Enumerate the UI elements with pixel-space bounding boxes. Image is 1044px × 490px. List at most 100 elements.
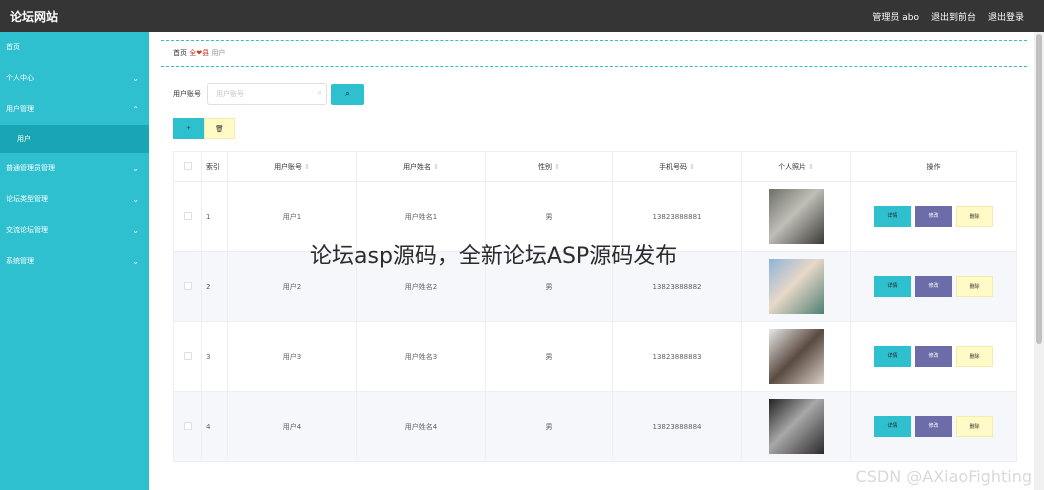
- row-select-cell[interactable]: [173, 321, 202, 392]
- cell-name: 用户姓名4: [356, 391, 486, 462]
- sort-icon[interactable]: ⇕: [433, 163, 439, 171]
- edit-button[interactable]: 修改: [915, 416, 952, 437]
- header-index: 索引: [201, 151, 228, 182]
- breadcrumb-separator: 全❤县: [189, 49, 210, 57]
- back-to-front-link[interactable]: 退出到前台: [931, 10, 976, 23]
- edit-button[interactable]: 修改: [915, 206, 952, 227]
- sidebar-item-profile[interactable]: 个人中心 ⌄: [0, 63, 149, 94]
- delete-button[interactable]: 删除: [956, 416, 993, 437]
- user-photo[interactable]: [768, 329, 824, 384]
- page-scrollbar[interactable]: [1034, 32, 1044, 490]
- user-photo[interactable]: [768, 259, 824, 314]
- table-row: 4 用户4 用户姓名4 男 13823888884 详情 修改 删除: [173, 391, 1017, 462]
- cell-index: 3: [201, 321, 228, 392]
- action-bar: + 🗑: [173, 118, 235, 139]
- sidebar-item-label: 用户: [17, 135, 31, 143]
- top-bar-actions: 管理员 abo 退出到前台 退出登录: [872, 10, 1024, 23]
- detail-button[interactable]: 详情: [874, 346, 911, 367]
- row-checkbox[interactable]: [183, 421, 192, 430]
- top-bar: 论坛网站 管理员 abo 退出到前台 退出登录: [0, 0, 1044, 32]
- sort-icon[interactable]: ⇕: [554, 163, 560, 171]
- header-gender-label: 性别: [538, 162, 553, 171]
- detail-button[interactable]: 详情: [874, 416, 911, 437]
- breadcrumb-current: 用户: [211, 49, 226, 57]
- cell-photo: [741, 321, 851, 392]
- row-select-cell[interactable]: [173, 391, 202, 462]
- cell-index: 1: [201, 181, 228, 252]
- cell-phone: 13823888883: [612, 321, 742, 392]
- cell-photo: [741, 391, 851, 462]
- search-input-wrapper: ⌕: [207, 83, 327, 105]
- row-checkbox[interactable]: [183, 211, 192, 220]
- breadcrumb-home[interactable]: 首页: [173, 49, 187, 57]
- sidebar-item-label: 论坛类型管理: [6, 195, 48, 203]
- user-photo[interactable]: [768, 399, 824, 454]
- row-actions: 详情 修改 删除: [851, 416, 1016, 437]
- header-photo[interactable]: 个人照片 ⇕: [741, 151, 851, 182]
- header-ops: 操作: [850, 151, 1017, 182]
- search-icon: ⌕: [345, 89, 350, 98]
- search-button[interactable]: ⌕: [331, 83, 364, 105]
- chevron-down-icon: ⌄: [132, 226, 139, 235]
- delete-button[interactable]: 删除: [956, 206, 993, 227]
- row-actions: 详情 修改 删除: [851, 346, 1016, 367]
- watermark: CSDN @AXiaoFighting: [855, 467, 1032, 486]
- add-button[interactable]: +: [173, 118, 204, 139]
- detail-button[interactable]: 详情: [874, 276, 911, 297]
- sidebar-item-home[interactable]: 首页: [0, 32, 149, 63]
- cell-account: 用户4: [227, 391, 357, 462]
- edit-button[interactable]: 修改: [915, 346, 952, 367]
- cell-photo: [741, 181, 851, 252]
- delete-button[interactable]: 删除: [956, 276, 993, 297]
- header-name[interactable]: 用户姓名 ⇕: [356, 151, 486, 182]
- select-all-checkbox[interactable]: [183, 161, 192, 170]
- sort-icon[interactable]: ⇕: [304, 163, 310, 171]
- cell-photo: [741, 251, 851, 322]
- chevron-down-icon: ⌄: [132, 164, 139, 173]
- sort-icon[interactable]: ⇕: [689, 163, 695, 171]
- header-phone-label: 手机号码: [659, 162, 688, 171]
- sidebar-item-system[interactable]: 系统管理 ⌄: [0, 246, 149, 277]
- cell-ops: 详情 修改 删除: [850, 391, 1017, 462]
- search-bar: 用户账号 ⌕ ⌕: [173, 83, 364, 105]
- user-photo[interactable]: [768, 189, 824, 244]
- scrollbar-thumb[interactable]: [1036, 34, 1042, 344]
- chevron-down-icon: ⌄: [132, 195, 139, 204]
- row-select-cell[interactable]: [173, 181, 202, 252]
- detail-button[interactable]: 详情: [874, 206, 911, 227]
- user-table: 索引 用户账号 ⇕ 用户姓名 ⇕ 性别 ⇕ 手机号码 ⇕ 个人照片 ⇕ 操作 1 用户1 …: [173, 151, 1017, 462]
- delete-button[interactable]: 删除: [956, 346, 993, 367]
- sidebar-item-user-management[interactable]: 用户管理 ⌃: [0, 94, 149, 125]
- cell-account: 用户3: [227, 321, 357, 392]
- sidebar-item-label: 系统管理: [6, 257, 34, 265]
- sidebar-item-admin-management[interactable]: 普通管理员管理 ⌄: [0, 153, 149, 184]
- logout-link[interactable]: 退出登录: [988, 10, 1024, 23]
- header-gender[interactable]: 性别 ⇕: [485, 151, 613, 182]
- row-actions: 详情 修改 删除: [851, 206, 1016, 227]
- header-name-label: 用户姓名: [403, 162, 432, 171]
- cell-gender: 男: [485, 391, 613, 462]
- edit-button[interactable]: 修改: [915, 276, 952, 297]
- sidebar-item-label: 普通管理员管理: [6, 164, 55, 172]
- sidebar-item-forum-type[interactable]: 论坛类型管理 ⌄: [0, 184, 149, 215]
- header-account[interactable]: 用户账号 ⇕: [227, 151, 357, 182]
- row-checkbox[interactable]: [183, 281, 192, 290]
- select-all-cell[interactable]: [173, 151, 202, 182]
- cell-ops: 详情 修改 删除: [850, 181, 1017, 252]
- cell-ops: 详情 修改 删除: [850, 321, 1017, 392]
- cell-index: 2: [201, 251, 228, 322]
- batch-delete-button[interactable]: 🗑: [204, 118, 235, 139]
- sidebar-item-users[interactable]: 用户: [0, 125, 149, 153]
- breadcrumb: 首页 全❤县 用户: [161, 40, 1027, 67]
- header-phone[interactable]: 手机号码 ⇕: [612, 151, 742, 182]
- admin-label: 管理员 abo: [872, 13, 919, 23]
- search-input[interactable]: [207, 83, 327, 105]
- sort-icon[interactable]: ⇕: [808, 163, 814, 171]
- header-account-label: 用户账号: [274, 162, 303, 171]
- header-photo-label: 个人照片: [778, 162, 807, 171]
- row-select-cell[interactable]: [173, 251, 202, 322]
- cell-ops: 详情 修改 删除: [850, 251, 1017, 322]
- row-checkbox[interactable]: [183, 351, 192, 360]
- row-actions: 详情 修改 删除: [851, 276, 1016, 297]
- sidebar-item-forum[interactable]: 交流论坛管理 ⌄: [0, 215, 149, 246]
